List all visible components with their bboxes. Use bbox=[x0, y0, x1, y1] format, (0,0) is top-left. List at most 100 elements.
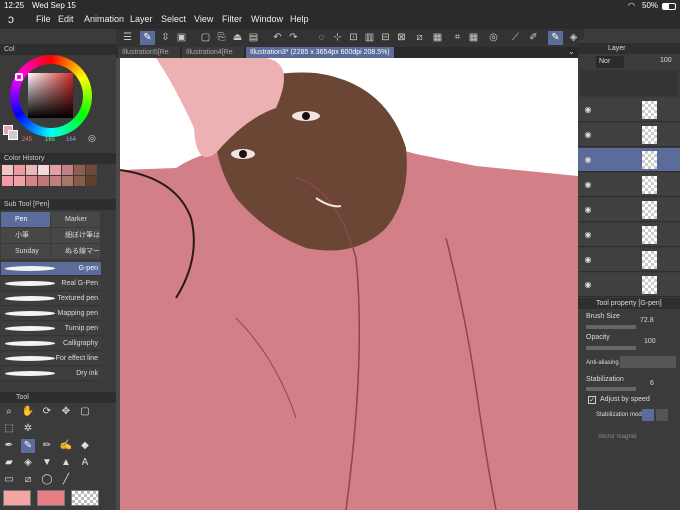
color-history-swatch[interactable] bbox=[2, 165, 13, 175]
layer-row[interactable]: ◉ bbox=[578, 273, 680, 297]
subtool-group-blur[interactable]: 細ぼけ筆は bbox=[51, 228, 100, 243]
eraser-icon[interactable]: ▰ bbox=[2, 456, 16, 470]
export-icon[interactable]: ▤ bbox=[246, 31, 261, 45]
eye-icon[interactable]: ◉ bbox=[583, 255, 593, 265]
line-icon[interactable]: ╱ bbox=[59, 473, 73, 487]
menu-filter[interactable]: Filter bbox=[222, 14, 242, 24]
selection-pen-icon[interactable]: ⬚ bbox=[2, 422, 16, 436]
sub-color-chip[interactable] bbox=[8, 130, 18, 140]
menu-file[interactable]: File bbox=[36, 14, 51, 24]
menu-view[interactable]: View bbox=[194, 14, 213, 24]
color-history-swatch[interactable] bbox=[74, 176, 85, 186]
ruler-icon[interactable]: ⧄ bbox=[412, 31, 427, 45]
clear-icon[interactable]: ⊹ bbox=[330, 31, 345, 45]
subtool-group-koguma[interactable]: 小筆 bbox=[1, 228, 50, 243]
fill-icon[interactable]: ▥ bbox=[362, 31, 377, 45]
stabilization-value[interactable]: 6 bbox=[650, 380, 654, 387]
brush-item[interactable]: Calligraphy bbox=[1, 337, 101, 351]
color-settings-icon[interactable]: ◎ bbox=[88, 133, 96, 144]
app-logo-icon[interactable]: ↄ bbox=[8, 12, 14, 26]
new-file-icon[interactable]: ▢ bbox=[198, 31, 213, 45]
brush-item[interactable]: For effect line bbox=[1, 352, 101, 366]
stabilization-slider[interactable] bbox=[586, 387, 636, 391]
pen-icon[interactable]: ✎ bbox=[21, 439, 35, 453]
ruler-icon[interactable]: ⧄ bbox=[21, 473, 35, 487]
layer-row[interactable]: ◉ bbox=[578, 223, 680, 247]
layer-row[interactable]: ◉ bbox=[578, 98, 680, 122]
hue-marker[interactable] bbox=[15, 73, 23, 81]
color-history-swatch[interactable] bbox=[38, 176, 49, 186]
layer-row[interactable]: ◉ bbox=[578, 148, 680, 172]
opacity-slider[interactable] bbox=[586, 346, 636, 350]
brush-item[interactable]: G-pen bbox=[1, 262, 101, 276]
pen-tool-icon[interactable]: ✎ bbox=[548, 31, 563, 45]
clear-outside-icon[interactable]: ⊡ bbox=[346, 31, 361, 45]
menu-help[interactable]: Help bbox=[290, 14, 309, 24]
tab-illustration4[interactable]: Illustration4[Re bbox=[182, 47, 244, 58]
text-icon[interactable]: A bbox=[78, 456, 92, 470]
figure-icon[interactable]: ▭ bbox=[2, 473, 16, 487]
eye-icon[interactable]: ◉ bbox=[583, 205, 593, 215]
layer-row[interactable]: ◉ bbox=[578, 248, 680, 272]
hand-icon[interactable]: ✋ bbox=[21, 405, 35, 419]
subtool-group-sunday[interactable]: Sunday bbox=[1, 244, 50, 259]
zoom-icon[interactable]: ⌕ bbox=[2, 405, 16, 419]
canvas-area[interactable] bbox=[116, 58, 578, 510]
color-history-swatch[interactable] bbox=[26, 176, 37, 186]
color-history-swatch[interactable] bbox=[38, 165, 49, 175]
brush-item[interactable]: Real G-Pen bbox=[1, 277, 101, 291]
layer-row[interactable]: ◉ bbox=[578, 198, 680, 222]
snap-icon[interactable]: ⌗ bbox=[450, 31, 465, 45]
pen-mode-icon[interactable]: ✎ bbox=[140, 31, 155, 45]
brush-size-slider[interactable] bbox=[586, 325, 636, 329]
save-icon[interactable]: ⏏ bbox=[230, 31, 245, 45]
blend-mode-select[interactable]: Nor bbox=[596, 56, 624, 68]
blend-icon[interactable]: ◈ bbox=[21, 456, 35, 470]
stabilization-mode-option-1[interactable] bbox=[642, 409, 654, 421]
layer-opacity-value[interactable]: 100 bbox=[660, 57, 672, 64]
brush-item[interactable]: Mapping pen bbox=[1, 307, 101, 321]
color-history-swatch[interactable] bbox=[26, 165, 37, 175]
grid-icon[interactable]: ▦ bbox=[466, 31, 481, 45]
opacity-value[interactable]: 100 bbox=[644, 338, 656, 345]
tab-illustration3[interactable]: Illustration3* (2285 x 3654px 600dpi 208… bbox=[246, 47, 394, 58]
curve-icon[interactable]: ⟋ bbox=[508, 31, 523, 45]
undo-icon[interactable]: ↶ bbox=[270, 31, 285, 45]
hamburger-menu-icon[interactable]: ☰ bbox=[120, 31, 135, 45]
brush-item[interactable]: Turnip pen bbox=[1, 322, 101, 336]
move-icon[interactable]: ✥ bbox=[59, 405, 73, 419]
subtool-group-fill-marker[interactable]: ぬる線マーカ bbox=[51, 244, 100, 259]
menu-animation[interactable]: Animation bbox=[84, 14, 124, 24]
artwork-canvas[interactable] bbox=[116, 58, 578, 510]
adjust-speed-checkbox[interactable]: ✓ bbox=[588, 396, 596, 404]
color-history-swatch[interactable] bbox=[2, 176, 13, 186]
canvas-icon[interactable]: ▣ bbox=[174, 31, 189, 45]
chevron-up-down-icon[interactable]: ⇳ bbox=[158, 31, 173, 45]
color-history-swatch[interactable] bbox=[62, 176, 73, 186]
main-color-swatch[interactable] bbox=[3, 490, 31, 506]
redo-icon[interactable]: ↷ bbox=[286, 31, 301, 45]
color-wheel[interactable] bbox=[10, 55, 92, 137]
eye-icon[interactable]: ◉ bbox=[583, 180, 593, 190]
color-history-swatch[interactable] bbox=[74, 165, 85, 175]
eye-icon[interactable]: ◉ bbox=[583, 280, 593, 290]
rotate-icon[interactable]: ⟳ bbox=[40, 405, 54, 419]
gradient-icon[interactable]: ▲ bbox=[59, 456, 73, 470]
menu-select[interactable]: Select bbox=[161, 14, 186, 24]
lasso-icon[interactable]: ✲ bbox=[21, 422, 35, 436]
eye-icon[interactable]: ◉ bbox=[583, 230, 593, 240]
eye-icon[interactable]: ◉ bbox=[583, 155, 593, 165]
tab-illustration5[interactable]: Illustration5[Re bbox=[118, 47, 180, 58]
open-file-icon[interactable]: ⎘ bbox=[214, 31, 229, 45]
deselect-icon[interactable]: ◌ bbox=[314, 31, 329, 45]
sub-color-swatch[interactable] bbox=[37, 490, 65, 506]
menu-window[interactable]: Window bbox=[251, 14, 283, 24]
balloon-icon[interactable]: ◯ bbox=[40, 473, 54, 487]
fill-icon[interactable]: ▼ bbox=[40, 456, 54, 470]
color-history-swatch[interactable] bbox=[86, 176, 97, 186]
subtool-group-pen[interactable]: Pen bbox=[1, 212, 50, 227]
eyedropper-icon[interactable]: ✒ bbox=[2, 439, 16, 453]
eye-icon[interactable]: ◉ bbox=[583, 105, 593, 115]
brush-size-value[interactable]: 72.8 bbox=[640, 317, 654, 324]
layer-row[interactable]: ◉ bbox=[578, 123, 680, 147]
